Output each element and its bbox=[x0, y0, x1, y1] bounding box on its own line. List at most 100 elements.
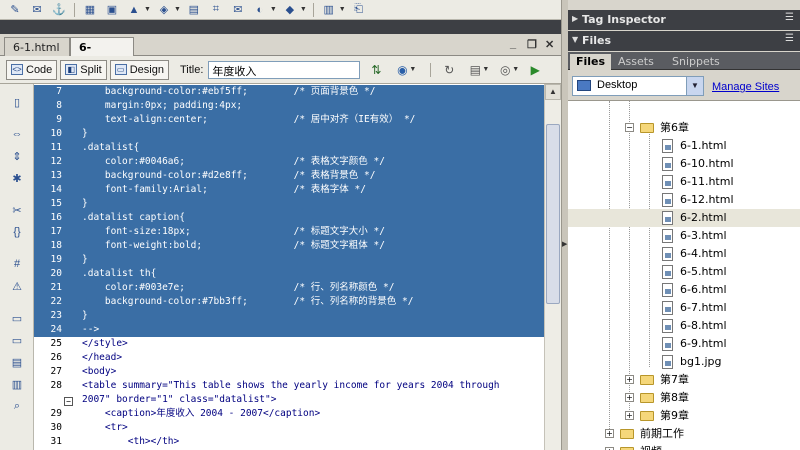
anchor-icon[interactable]: ⚓ bbox=[50, 2, 68, 18]
media-icon[interactable]: ◈ bbox=[155, 2, 173, 18]
templates-icon[interactable]: ▥ bbox=[320, 2, 338, 18]
chevron-down-icon[interactable]: ▼ bbox=[512, 66, 519, 73]
tab-snippets[interactable]: Snippets bbox=[666, 54, 726, 70]
code-line[interactable]: 21 color:#003e7e; /* 行、列名称颜色 */ bbox=[34, 281, 544, 295]
tree-file[interactable]: 6-11.html bbox=[568, 173, 800, 191]
div-icon[interactable]: ▣ bbox=[103, 2, 121, 18]
tree-file[interactable]: 6-3.html bbox=[568, 227, 800, 245]
chevron-down-icon[interactable]: ▼ bbox=[409, 66, 416, 73]
tab-assets[interactable]: Assets bbox=[612, 54, 660, 70]
select-parent-tag-icon[interactable]: ✂ bbox=[8, 202, 26, 218]
date-icon[interactable]: ▤ bbox=[185, 2, 203, 18]
code-line[interactable]: 11 .datalist{ bbox=[34, 141, 544, 155]
expand-icon[interactable]: + bbox=[625, 375, 634, 384]
apply-comment-icon[interactable]: ▭ bbox=[8, 310, 26, 326]
chevron-down-icon[interactable]: ▼ bbox=[339, 6, 346, 13]
code-line[interactable]: 27 <body> bbox=[34, 365, 544, 379]
code-line[interactable]: 26 </head> bbox=[34, 351, 544, 365]
code-vertical-scrollbar[interactable]: ▲ bbox=[544, 84, 561, 450]
tree-file[interactable]: 6-9.html bbox=[568, 335, 800, 353]
line-numbers-icon[interactable]: # bbox=[8, 256, 26, 272]
code-line[interactable]: 29 <caption>年度收入 2004 - 2007</caption> bbox=[34, 407, 544, 421]
code-line[interactable]: 30 <tr> bbox=[34, 421, 544, 435]
files-panel-header[interactable]: ▼ Files ☰ bbox=[568, 31, 800, 51]
location-select[interactable]: Desktop ▼ bbox=[572, 76, 704, 96]
chevron-down-icon[interactable]: ▼ bbox=[482, 66, 489, 73]
collapse-icon[interactable]: − bbox=[625, 123, 634, 132]
tree-file[interactable]: 6-2.html bbox=[568, 209, 800, 227]
tree-file[interactable]: 6-7.html bbox=[568, 299, 800, 317]
expand-icon[interactable]: + bbox=[625, 393, 634, 402]
design-view-button[interactable]: ▭ Design bbox=[109, 59, 169, 80]
split-view-button[interactable]: ◧ Split bbox=[60, 59, 107, 80]
panel-menu-icon[interactable]: ☰ bbox=[785, 33, 794, 44]
highlight-invalid-code-icon[interactable]: ⚠ bbox=[8, 278, 26, 294]
open-documents-icon[interactable]: ▯ bbox=[8, 94, 26, 110]
collapse-panel-icon[interactable]: ▶ bbox=[562, 240, 567, 248]
table-icon[interactable]: ▦ bbox=[81, 2, 99, 18]
code-line[interactable]: 19} bbox=[34, 253, 544, 267]
code-line[interactable]: 7 background-color:#ebf5ff; /* 页面背景色 */ bbox=[34, 85, 544, 99]
tree-file[interactable]: 6-10.html bbox=[568, 155, 800, 173]
head-icon[interactable]: ◐ bbox=[251, 2, 269, 18]
tree-file[interactable]: 6-5.html bbox=[568, 263, 800, 281]
code-line[interactable]: 17 font-size:18px; /* 标题文字大小 */ bbox=[34, 225, 544, 239]
tree-file[interactable]: 6-4.html bbox=[568, 245, 800, 263]
code-line[interactable]: 20 .datalist th{ bbox=[34, 267, 544, 281]
code-view-button[interactable]: <> Code bbox=[6, 59, 58, 80]
code-line[interactable]: 8 margin:0px; padding:4px; bbox=[34, 99, 544, 113]
expand-icon[interactable]: + bbox=[625, 411, 634, 420]
tree-file[interactable]: 6-8.html bbox=[568, 317, 800, 335]
tree-file[interactable]: 6-6.html bbox=[568, 281, 800, 299]
chevron-down-icon[interactable]: ▼ bbox=[174, 6, 181, 13]
tree-folder[interactable]: + 第9章 bbox=[568, 407, 800, 425]
code-line[interactable]: 10} bbox=[34, 127, 544, 141]
comment-icon[interactable]: ✉ bbox=[229, 2, 247, 18]
chevron-down-icon[interactable]: ▼ bbox=[144, 6, 151, 13]
validate-icon[interactable]: ▶ bbox=[525, 61, 545, 79]
code-line[interactable]: 23} bbox=[34, 309, 544, 323]
tree-file[interactable]: bg1.jpg bbox=[568, 353, 800, 371]
recent-snippets-icon[interactable]: ▥ bbox=[8, 376, 26, 392]
chevron-down-icon[interactable]: ▼ bbox=[686, 77, 703, 95]
remove-comment-icon[interactable]: ▭ bbox=[8, 332, 26, 348]
tab-files[interactable]: Files bbox=[570, 54, 612, 70]
panel-menu-icon[interactable]: ☰ bbox=[785, 12, 794, 23]
tag-chooser-icon[interactable]: ⎗ bbox=[350, 2, 368, 18]
code-line[interactable]: 24 --> bbox=[34, 323, 544, 337]
wrap-tag-icon[interactable]: ▤ bbox=[8, 354, 26, 370]
tree-folder[interactable]: +视频 bbox=[568, 443, 800, 450]
manage-sites-link[interactable]: Manage Sites bbox=[712, 81, 779, 93]
code-editor[interactable]: 7 background-color:#ebf5ff; /* 页面背景色 */8… bbox=[34, 84, 544, 450]
server-side-include-icon[interactable]: ⌗ bbox=[207, 2, 225, 18]
refresh-icon[interactable]: ↻ bbox=[439, 61, 459, 79]
chevron-down-icon[interactable]: ▼ bbox=[270, 6, 277, 13]
tree-folder[interactable]: + 前期工作 bbox=[568, 425, 800, 443]
image-icon[interactable]: ▲ bbox=[125, 2, 143, 18]
panel-splitter[interactable]: ▶ bbox=[561, 0, 568, 450]
scroll-up-icon[interactable]: ▲ bbox=[545, 84, 561, 100]
script-icon[interactable]: ◆ bbox=[281, 2, 299, 18]
code-line[interactable]: 31 <th></th> bbox=[34, 435, 544, 449]
minimize-icon[interactable]: _ bbox=[510, 38, 516, 50]
tree-file[interactable]: 6-1.html bbox=[568, 137, 800, 155]
code-line[interactable]: 2007" border="1" class="datalist"> bbox=[34, 393, 544, 407]
expand-icon[interactable]: + bbox=[605, 429, 614, 438]
balance-braces-icon[interactable]: {} bbox=[8, 224, 26, 240]
code-line[interactable]: 9 text-align:center; /* 居中对齐（IE有效） */ bbox=[34, 113, 544, 127]
tree-folder[interactable]: + 第7章 bbox=[568, 371, 800, 389]
file-management-icon[interactable]: ⇅ bbox=[366, 61, 386, 79]
tab-6-2-html[interactable]: 6-2.html bbox=[70, 37, 134, 67]
restore-icon[interactable]: ❐ bbox=[527, 38, 537, 51]
tree-file[interactable]: 6-12.html bbox=[568, 191, 800, 209]
code-line[interactable]: 28 <table summary="This table shows the y… bbox=[34, 379, 544, 406]
tab-6-1-html[interactable]: 6-1.html bbox=[4, 37, 70, 56]
tag-inspector-header[interactable]: ▶ Tag Inspector ☰ bbox=[568, 10, 800, 30]
code-line[interactable]: 22 background-color:#7bb3ff; /* 行、列名称的背景… bbox=[34, 295, 544, 309]
scrollbar-thumb[interactable] bbox=[546, 124, 560, 304]
code-line[interactable]: 15} bbox=[34, 197, 544, 211]
code-line[interactable]: 16 .datalist caption{ bbox=[34, 211, 544, 225]
move-css-icon[interactable]: ⌕ bbox=[8, 398, 26, 414]
expand-all-icon[interactable]: ✱ bbox=[8, 170, 26, 186]
tree-folder[interactable]: + 第8章 bbox=[568, 389, 800, 407]
